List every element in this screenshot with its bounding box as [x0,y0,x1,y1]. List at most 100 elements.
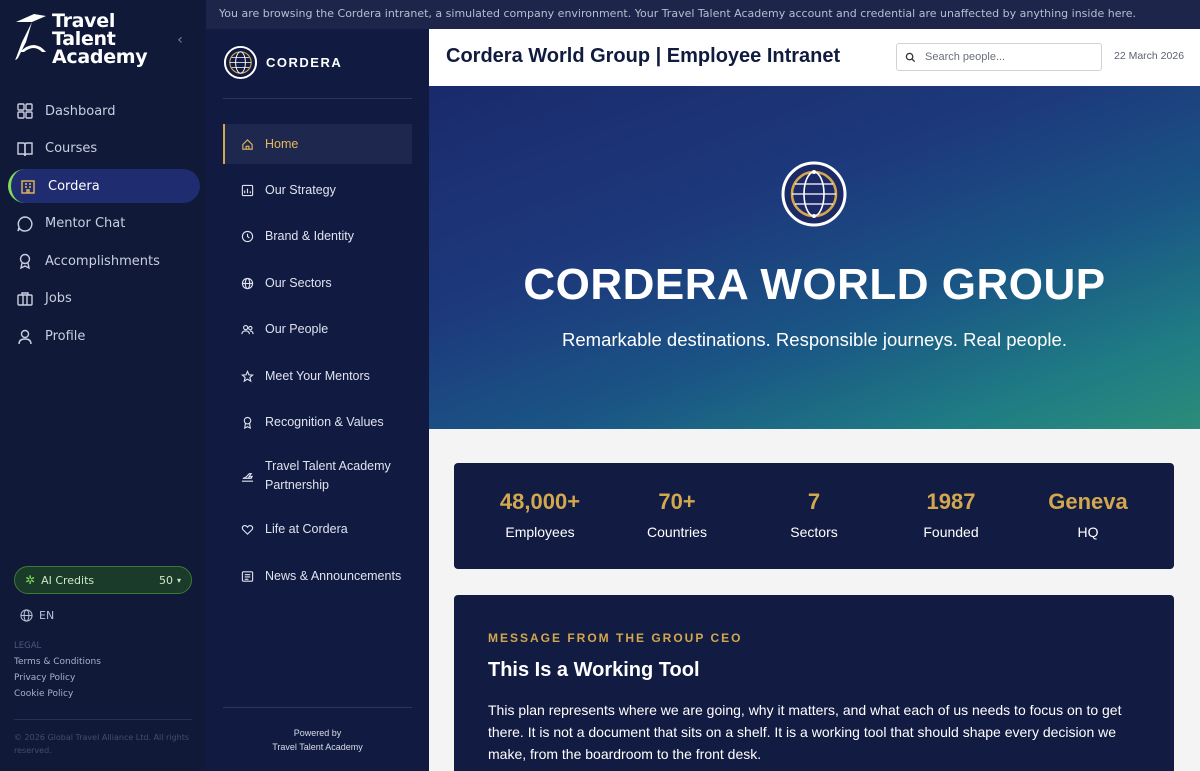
language-label: EN [39,609,55,622]
app-nav-label: Dashboard [45,103,116,119]
language-selector[interactable]: EN [20,609,54,622]
intranet-nav-home[interactable]: Home [223,124,412,164]
intranet-nav-strategy[interactable]: Our Strategy [223,170,412,210]
intranet-nav-recognition[interactable]: Recognition & Values [223,403,412,443]
powered-by-label: Powered by [293,728,342,738]
chat-icon [17,216,33,232]
stat-value: 1987 [926,489,976,514]
divider [223,98,412,99]
nav-label: Recognition & Values [265,415,384,429]
globe-icon [20,609,33,622]
intranet-nav-brand-identity[interactable]: Brand & Identity [223,217,412,257]
nav-label: Home [265,136,299,151]
privacy-link[interactable]: Privacy Policy [14,673,101,683]
search-icon [905,52,916,62]
app-nav-mentor-chat[interactable]: Mentor Chat [8,207,200,241]
ribbon-icon [243,416,252,429]
dashboard-icon [17,103,33,119]
cordera-brand[interactable]: CORDERA [223,45,342,80]
simulation-banner: You are browsing the Cordera intranet, a… [206,0,1200,29]
collapse-sidebar-button[interactable]: ‹ [172,30,188,50]
intranet-nav-sectors[interactable]: Our Sectors [223,263,412,303]
chevron-left-icon: ‹ [177,32,183,48]
news-icon [241,570,254,582]
nav-label: Life at Cordera [265,522,348,536]
app-nav-dashboard[interactable]: Dashboard [8,94,200,128]
app-nav-profile[interactable]: Profile [8,320,200,354]
globe-icon [241,277,254,289]
intranet-sidebar: CORDERA Home Our Strategy Brand & Identi… [206,29,429,771]
ai-credits-button[interactable]: ✲ AI Credits 50 ▾ [14,566,192,594]
stat-label: Founded [923,524,979,540]
stat-label: Sectors [790,524,838,540]
people-icon [241,325,254,335]
nav-label: Meet Your Mentors [265,368,370,383]
intranet-nav-people[interactable]: Our People [223,310,412,350]
powered-by-name[interactable]: Travel Talent Academy [223,740,412,754]
app-nav-label: Profile [45,329,86,345]
intranet-nav-tta-partnership[interactable]: Travel Talent Academy Partnership [223,449,412,503]
app-nav-courses[interactable]: Courses [8,132,200,166]
legal-links: LEGAL Terms & Conditions Privacy Policy … [14,641,101,705]
nav-label: Brand & Identity [265,229,354,243]
briefcase-icon [17,292,33,306]
star-icon [241,369,254,382]
award-icon [19,254,31,270]
main-content: Cordera World Group | Employee Intranet … [429,29,1200,771]
nav-label: Our Sectors [265,275,332,290]
chart-icon [241,184,254,196]
heart-icon [241,524,254,535]
stat-value: Geneva [1048,489,1128,514]
home-icon [242,138,253,150]
hero-banner: CORDERA WORLD GROUP Remarkable destinati… [429,86,1200,429]
divider [14,719,192,720]
nav-label: Our People [265,322,329,336]
plane-icon [241,472,254,482]
intranet-nav-mentors[interactable]: Meet Your Mentors [223,356,412,396]
brand-name: CORDERA [266,55,343,70]
stat-label: Countries [647,524,707,540]
stat-value: 7 [807,489,821,514]
intranet-nav-life-at-cordera[interactable]: Life at Cordera [223,510,412,550]
page-title: Cordera World Group | Employee Intranet [446,45,841,67]
building-icon [21,180,35,194]
terms-link[interactable]: Terms & Conditions [14,657,101,667]
app-nav-accomplishments[interactable]: Accomplishments [8,244,200,278]
app-sidebar: Travel Talent Academy ‹ Dashboard Course… [0,0,206,771]
divider [223,707,412,708]
app-nav-label: Accomplishments [45,253,160,269]
hero-tagline: Remarkable destinations. Responsible jou… [562,329,1067,350]
stat-value: 70+ [658,489,696,514]
search-box[interactable] [896,43,1102,71]
stat-founded: 1987 Founded [881,489,1021,540]
app-nav-cordera[interactable]: Cordera [8,169,200,204]
academy-logo-icon [15,14,46,60]
stats-panel: 48,000+ Employees 70+ Countries 7 Sector… [454,463,1174,569]
search-input[interactable] [925,51,1085,63]
stat-employees: 48,000+ Employees [470,489,610,540]
app-nav-label: Courses [45,141,98,157]
book-icon [17,141,33,156]
stat-hq: Geneva HQ [1018,489,1158,540]
ai-credits-label: AI Credits [41,573,95,587]
logo-line-3: Academy [52,46,148,68]
intranet-nav-news[interactable]: News & Announcements [223,556,412,596]
ceo-body: This plan represents where we are going,… [488,702,1122,762]
cordera-globe-logo-icon [223,45,258,80]
sparkle-icon: ✲ [25,573,36,587]
chevron-down-icon: ▾ [176,575,181,585]
stat-countries: 70+ Countries [607,489,747,540]
app-nav-jobs[interactable]: Jobs [8,282,200,316]
ceo-message-card: MESSAGE FROM THE GROUP CEO This Is a Wor… [454,595,1174,771]
app-nav-label: Mentor Chat [45,216,126,232]
logo-text: Travel Talent Academy [52,12,148,68]
nav-label: News & Announcements [265,568,402,583]
ceo-eyebrow: MESSAGE FROM THE GROUP CEO [488,631,743,645]
stat-label: Employees [505,524,575,540]
nav-label: Travel Talent Academy Partnership [265,459,391,492]
clock-icon [241,230,254,243]
cookie-link[interactable]: Cookie Policy [14,689,101,699]
travel-talent-academy-logo[interactable]: Travel Talent Academy [12,12,148,68]
stat-sectors: 7 Sectors [744,489,884,540]
app-nav-label: Jobs [45,291,72,307]
